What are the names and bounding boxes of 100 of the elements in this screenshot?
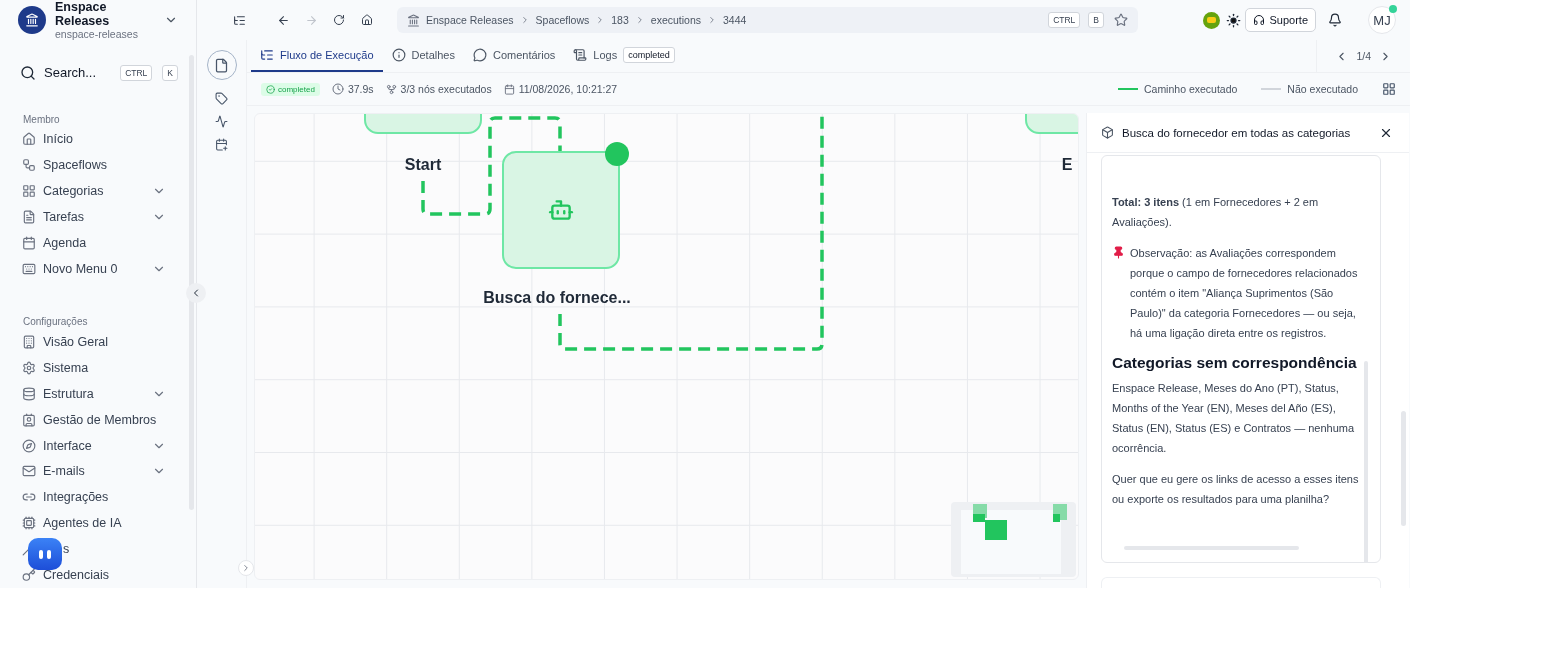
breadcrumb-item[interactable]: Spaceflows <box>535 14 590 26</box>
pin-icon <box>1112 246 1125 259</box>
mail-icon <box>22 464 36 479</box>
node-label: Busca do fornece... <box>483 289 631 307</box>
user-avatar[interactable]: MJ <box>1368 6 1396 34</box>
activity-icon[interactable] <box>215 115 228 128</box>
duration-text: 37.9s <box>347 83 374 95</box>
search-icon <box>20 64 36 81</box>
flag-icon[interactable] <box>1203 11 1221 29</box>
nav-item[interactable]: Visão Geral <box>0 328 196 355</box>
nav-item[interactable]: Gestão de Membros <box>0 406 196 433</box>
arrow-right-icon <box>304 13 318 27</box>
breadcrumb-item[interactable]: executions <box>650 14 701 26</box>
collapse-button[interactable] <box>186 283 206 303</box>
sun-icon[interactable] <box>1226 12 1242 28</box>
agent-node[interactable] <box>502 151 620 269</box>
nav-item[interactable]: Sistema <box>0 354 196 381</box>
workspace-slug: enspace-releases <box>55 28 139 40</box>
assistant-button[interactable] <box>28 538 62 570</box>
nav-item[interactable]: Início <box>0 126 196 153</box>
tab[interactable]: Comentários <box>464 40 565 72</box>
list-icon <box>232 13 246 27</box>
panel-paragraph: Quer que eu gere os links de acesso a esses itens ou exporte os resultados para uma planilha? <box>1112 472 1360 507</box>
info-icon <box>391 48 406 62</box>
keyboard-icon <box>22 262 36 276</box>
status-badge: completed <box>623 47 675 63</box>
cube-icon <box>1101 126 1114 139</box>
bell-icon[interactable] <box>1328 13 1342 27</box>
file-icon <box>22 210 36 225</box>
bank-icon <box>25 13 39 27</box>
check-icon <box>266 84 275 94</box>
status-dot <box>605 142 629 166</box>
panel-title: Busca do fornecedor em todas as categorias <box>1122 126 1352 139</box>
calendar-icon <box>22 236 36 251</box>
bot-icon <box>548 197 574 223</box>
nav-item[interactable]: Spaceflows <box>0 152 196 179</box>
note-paragraph: Observação: as Avaliações correspondem porque o campo de fornecedores relacionados contém o item "Aliança Suprimentos (São Paulo)" da categoria Fornecedores — ou seja, há uma ligação direta entre os registros. <box>1130 246 1359 341</box>
legend-label: Caminho executado <box>1143 83 1238 95</box>
breadcrumb-item[interactable]: Enspace Releases <box>426 14 514 26</box>
nodes-text: 3/3 nós executados <box>400 83 492 95</box>
calendar-icon <box>503 83 515 95</box>
star-icon[interactable] <box>1114 13 1128 27</box>
bank-icon <box>407 13 420 27</box>
building-icon <box>22 334 36 349</box>
nav-item[interactable]: Agenda <box>0 230 196 257</box>
key-hint: B <box>1088 12 1104 28</box>
reload-icon <box>333 14 345 26</box>
nav-item[interactable]: Credenciais <box>0 562 196 588</box>
workspace-name: Enspace Releases <box>55 0 111 28</box>
panel-paragraph: Enspace Release, Meses do Ano (PT), Status, Months of the Year (EN), Meses del Año (ES), Status (EN), Status (ES) e Contratos — nenhuma ocorrência. <box>1112 381 1356 456</box>
status-badge: completed <box>261 82 320 96</box>
support-button[interactable]: Suporte <box>1245 8 1316 32</box>
breadcrumb-item[interactable]: 3444 <box>723 14 747 26</box>
section-heading: Categorias sem correspondência <box>1112 354 1358 372</box>
grid-icon[interactable] <box>1382 82 1396 96</box>
flow-icon <box>22 158 36 173</box>
date-text: 11/08/2026, 10:21:27 <box>518 83 618 95</box>
nav-item[interactable]: Categorias <box>0 178 196 205</box>
contact-icon <box>22 412 36 427</box>
nodes-icon <box>385 83 397 95</box>
node-label: E <box>1061 156 1073 174</box>
tab[interactable]: Fluxo de Execução <box>251 40 383 72</box>
page-indicator: 1/4 <box>1356 50 1371 62</box>
chevron-right-icon <box>241 563 251 573</box>
nav-item[interactable]: Interface <box>0 432 196 459</box>
arrow-left-icon <box>276 13 290 27</box>
nav-item[interactable]: Novo Menu 0 <box>0 256 196 282</box>
settings-icon <box>22 360 36 375</box>
node-label: Start <box>404 156 442 174</box>
section-title: Membro <box>22 113 61 125</box>
tab[interactable]: Detalhes <box>382 40 464 72</box>
key-hint: CTRL <box>120 64 153 81</box>
nav-item[interactable]: Tarefas <box>0 204 196 231</box>
clock-icon <box>331 83 344 95</box>
legend-label: Não executado <box>1287 83 1358 95</box>
flow-icon <box>260 48 274 62</box>
calendar-plus-icon[interactable] <box>215 138 228 151</box>
nav-item[interactable]: Integrações <box>0 484 196 511</box>
home-icon <box>22 132 36 147</box>
key-hint: K <box>162 64 178 81</box>
headset-icon <box>1253 14 1266 26</box>
key-icon <box>22 568 36 583</box>
comment-icon <box>473 48 487 62</box>
tab[interactable]: Logs completed <box>564 40 684 72</box>
nav-item[interactable]: E-mails <box>0 458 196 485</box>
section-title: Configurações <box>22 315 89 327</box>
chevron-right-icon <box>707 15 717 25</box>
grid-icon <box>22 184 36 199</box>
tag-icon[interactable] <box>215 92 228 105</box>
search-field[interactable]: Search... <box>44 65 111 81</box>
home-icon <box>361 14 373 26</box>
nav-item[interactable]: Estrutura <box>0 380 196 407</box>
file-icon <box>214 57 229 73</box>
nav-item[interactable]: Agentes de IA <box>0 510 196 537</box>
scroll-icon <box>573 48 588 62</box>
compass-icon <box>22 438 36 453</box>
key-hint: CTRL <box>1048 12 1081 28</box>
breadcrumb-item[interactable]: 183 <box>611 14 629 26</box>
chip-icon <box>22 516 36 531</box>
panel-paragraph: Total: 3 itens (1 em Fornecedores + 2 em Avaliações). <box>1112 195 1320 230</box>
